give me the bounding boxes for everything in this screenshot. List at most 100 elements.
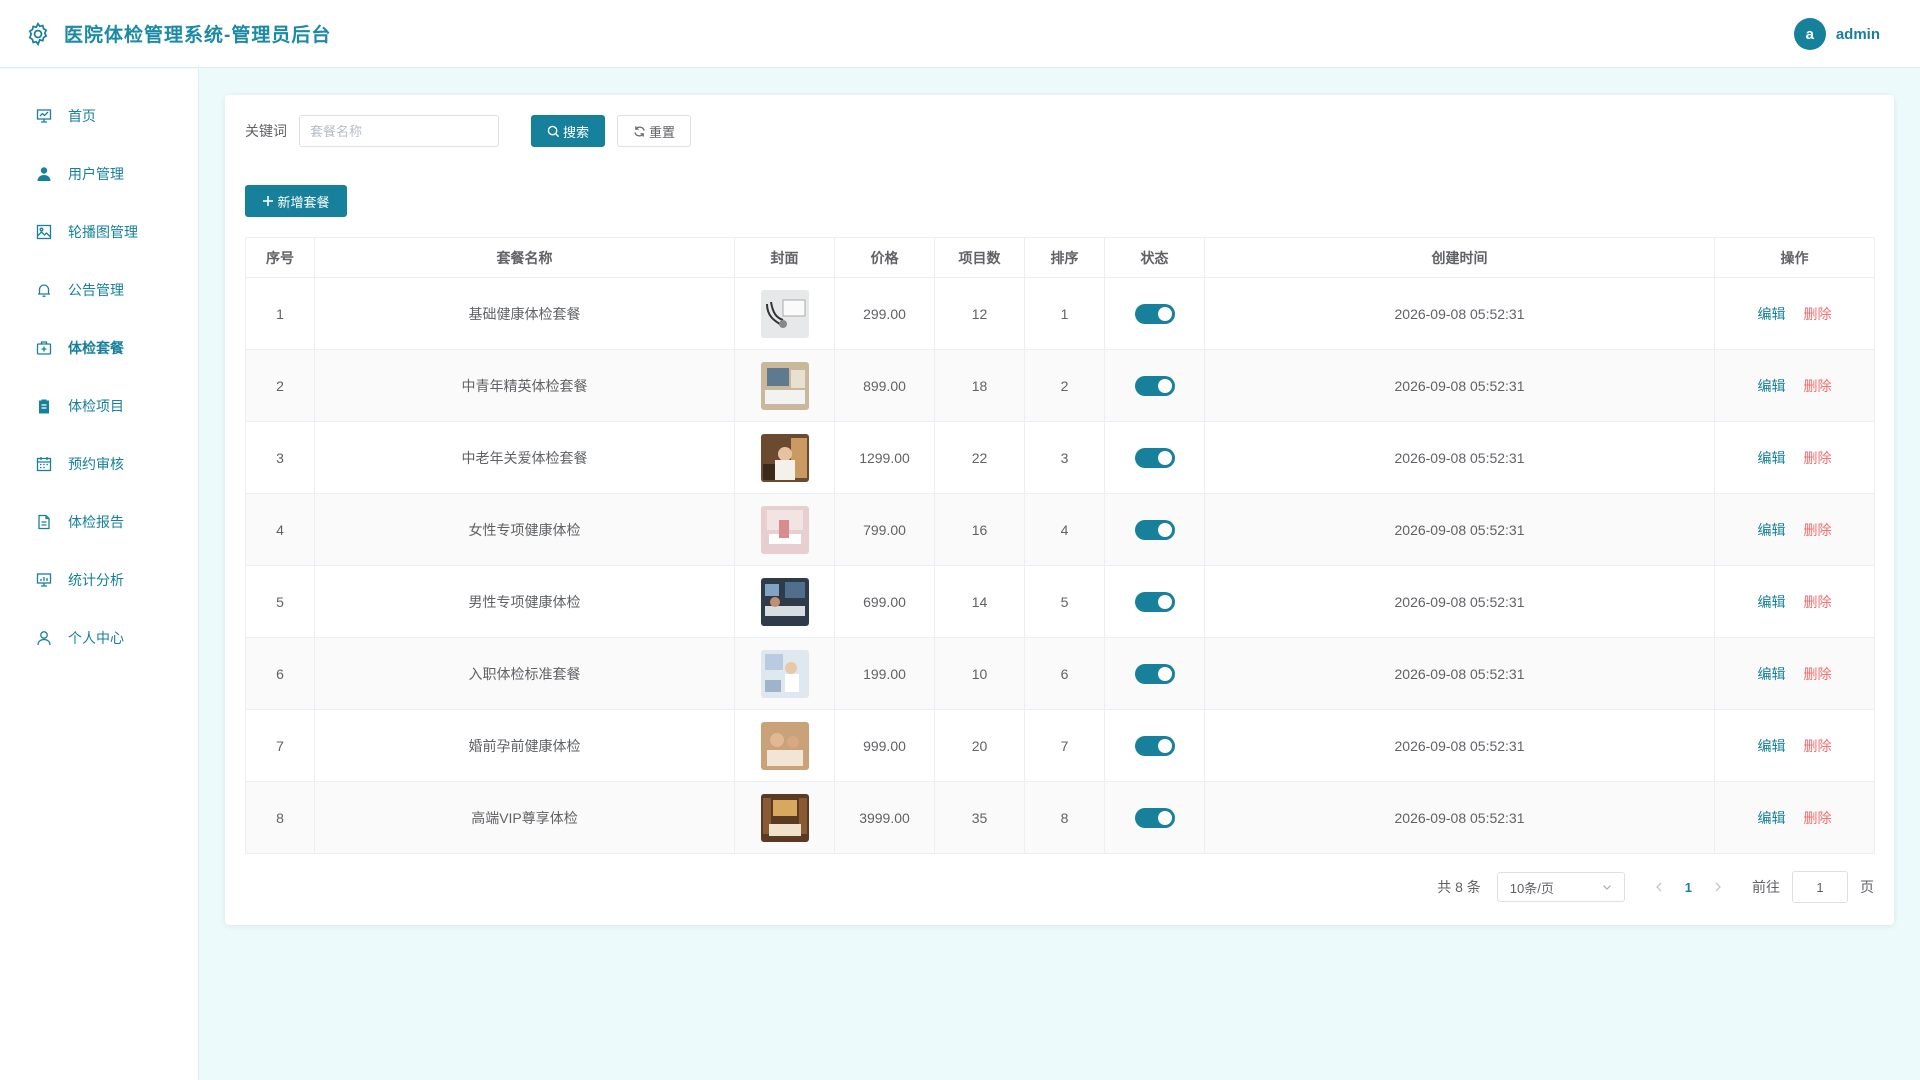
edit-button[interactable]: 编辑 <box>1758 522 1786 538</box>
status-toggle[interactable] <box>1134 735 1175 756</box>
username[interactable]: admin <box>1836 26 1880 43</box>
cover-image[interactable] <box>760 649 809 698</box>
cell-actions: 编辑 删除 <box>1714 493 1875 566</box>
edit-button[interactable]: 编辑 <box>1758 810 1786 826</box>
cell-sort: 5 <box>1024 565 1105 638</box>
medical-kit-icon <box>35 339 53 357</box>
cell-name: 中青年精英体检套餐 <box>314 349 735 422</box>
col-index-header[interactable]: 序号 <box>245 237 315 278</box>
sidebar-item-exam-items[interactable]: 体检项目 <box>0 377 198 435</box>
cover-image[interactable] <box>760 505 809 554</box>
sidebar-item-appointments[interactable]: 预约审核 <box>0 435 198 493</box>
cell-cover <box>734 421 835 494</box>
cover-image[interactable] <box>760 361 809 410</box>
search-button[interactable]: 搜索 <box>531 115 605 147</box>
goto-page-input[interactable] <box>1792 871 1848 903</box>
delete-button[interactable]: 删除 <box>1804 594 1832 610</box>
prev-page-button[interactable] <box>1653 879 1665 895</box>
status-toggle[interactable] <box>1134 519 1175 540</box>
delete-button[interactable]: 删除 <box>1804 810 1832 826</box>
reset-button[interactable]: 重置 <box>617 115 691 147</box>
cell-items: 12 <box>934 277 1025 350</box>
table-header-row: 序号 套餐名称 封面 价格 项目数 排序 状态 创建时间 操作 <box>245 237 1875 278</box>
clipboard-icon <box>35 397 53 415</box>
add-package-label: 新增套餐 <box>277 194 330 210</box>
total-count: 共 8 条 <box>1437 879 1481 895</box>
cell-cover <box>734 637 835 710</box>
sidebar-item-carousel[interactable]: 轮播图管理 <box>0 203 198 261</box>
edit-button[interactable]: 编辑 <box>1758 738 1786 754</box>
edit-button[interactable]: 编辑 <box>1758 306 1786 322</box>
cover-image[interactable] <box>760 721 809 770</box>
sidebar-item-label: 首页 <box>68 108 96 124</box>
edit-button[interactable]: 编辑 <box>1758 594 1786 610</box>
search-input[interactable] <box>299 115 499 147</box>
delete-button[interactable]: 删除 <box>1804 738 1832 754</box>
col-actions-header[interactable]: 操作 <box>1714 237 1875 278</box>
sidebar-item-notices[interactable]: 公告管理 <box>0 261 198 319</box>
chart-board-icon <box>35 571 53 589</box>
page-size-select[interactable]: 10条/页 <box>1496 872 1625 902</box>
col-created-header[interactable]: 创建时间 <box>1204 237 1715 278</box>
status-toggle[interactable] <box>1134 663 1175 684</box>
cell-status <box>1104 349 1205 422</box>
col-sort-header[interactable]: 排序 <box>1024 237 1105 278</box>
cell-created: 2026-09-08 05:52:31 <box>1204 421 1715 494</box>
edit-button[interactable]: 编辑 <box>1758 666 1786 682</box>
status-toggle[interactable] <box>1134 447 1175 468</box>
delete-button[interactable]: 删除 <box>1804 378 1832 394</box>
document-icon <box>35 513 53 531</box>
sidebar-item-label: 预约审核 <box>68 456 124 472</box>
next-page-button[interactable] <box>1712 879 1724 895</box>
cell-items: 14 <box>934 565 1025 638</box>
add-package-button[interactable]: 新增套餐 <box>245 185 347 217</box>
delete-button[interactable]: 删除 <box>1804 522 1832 538</box>
cell-name: 基础健康体检套餐 <box>314 277 735 350</box>
col-cover-header[interactable]: 封面 <box>734 237 835 278</box>
cell-status <box>1104 781 1205 854</box>
cell-name: 入职体检标准套餐 <box>314 637 735 710</box>
col-items-header[interactable]: 项目数 <box>934 237 1025 278</box>
cell-sort: 8 <box>1024 781 1105 854</box>
table-row: 2 中青年精英体检套餐 899.00 18 2 2026-09-08 05:52… <box>245 349 1875 422</box>
user-menu[interactable]: a admin <box>1793 18 1880 50</box>
cover-image[interactable] <box>760 289 809 338</box>
status-toggle[interactable] <box>1134 807 1175 828</box>
col-status-header[interactable]: 状态 <box>1104 237 1205 278</box>
page-number-current[interactable]: 1 <box>1685 880 1692 895</box>
cell-cover <box>734 709 835 782</box>
sidebar-item-home[interactable]: 首页 <box>0 87 198 145</box>
edit-button[interactable]: 编辑 <box>1758 450 1786 466</box>
chevron-down-icon <box>1602 880 1612 895</box>
cell-price: 799.00 <box>834 493 935 566</box>
avatar[interactable]: a <box>1793 18 1826 50</box>
sidebar-item-packages[interactable]: 体检套餐 <box>0 319 198 377</box>
delete-button[interactable]: 删除 <box>1804 666 1832 682</box>
cell-created: 2026-09-08 05:52:31 <box>1204 637 1715 710</box>
goto-label: 前往 <box>1752 879 1780 895</box>
cover-image[interactable] <box>760 433 809 482</box>
sidebar-item-statistics[interactable]: 统计分析 <box>0 551 198 609</box>
sidebar-item-users[interactable]: 用户管理 <box>0 145 198 203</box>
status-toggle[interactable] <box>1134 375 1175 396</box>
delete-button[interactable]: 删除 <box>1804 306 1832 322</box>
delete-button[interactable]: 删除 <box>1804 450 1832 466</box>
search-bar: 关键词 搜索 重置 <box>245 115 691 147</box>
search-icon <box>547 125 560 138</box>
col-name-header[interactable]: 套餐名称 <box>314 237 735 278</box>
edit-button[interactable]: 编辑 <box>1758 378 1786 394</box>
sidebar-item-label: 体检套餐 <box>68 340 124 356</box>
table-row: 6 入职体检标准套餐 199.00 10 6 2026-09-08 05:52:… <box>245 637 1875 710</box>
cell-index: 8 <box>245 781 315 854</box>
sidebar-item-reports[interactable]: 体检报告 <box>0 493 198 551</box>
col-price-header[interactable]: 价格 <box>834 237 935 278</box>
top-header: 医院体检管理系统-管理员后台 a admin <box>0 0 1920 68</box>
cover-image[interactable] <box>760 793 809 842</box>
status-toggle[interactable] <box>1134 591 1175 612</box>
cover-image[interactable] <box>760 577 809 626</box>
packages-table: 序号 套餐名称 封面 价格 项目数 排序 状态 创建时间 操作 1 基础健康体检… <box>245 237 1875 854</box>
status-toggle[interactable] <box>1134 303 1175 324</box>
sidebar-item-profile[interactable]: 个人中心 <box>0 609 198 667</box>
cell-created: 2026-09-08 05:52:31 <box>1204 349 1715 422</box>
cell-status <box>1104 493 1205 566</box>
